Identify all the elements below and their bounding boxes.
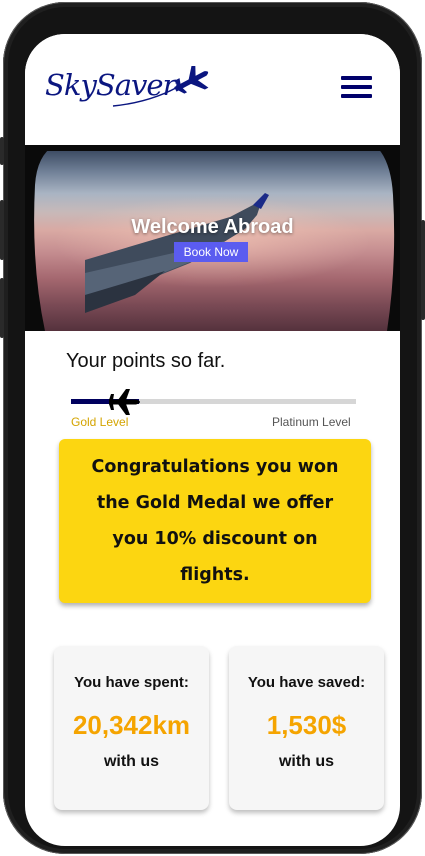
saved-value: 1,530$ <box>266 710 347 740</box>
app-screen: SkySaver Welcome Abroad Book Now Your po… <box>25 34 400 846</box>
volume-up-button <box>0 200 4 260</box>
logo[interactable]: SkySaver <box>43 66 213 114</box>
silent-switch <box>0 137 4 165</box>
volume-down-button <box>0 278 4 338</box>
spent-label: You have spent: <box>74 674 189 691</box>
power-button <box>421 220 425 320</box>
saved-suffix: with us <box>278 753 335 770</box>
points-title: Your points so far. <box>66 350 226 372</box>
saved-card: You have saved: 1,530$ with us <box>229 646 384 810</box>
header: SkySaver <box>25 34 400 145</box>
spent-suffix: with us <box>103 753 160 770</box>
hamburger-menu-icon[interactable] <box>341 76 372 102</box>
congratulations-message: Congratulations you won the Gold Medal w… <box>91 457 339 585</box>
spent-value: 20,342km <box>72 710 191 740</box>
congratulations-card: Congratulations you won the Gold Medal w… <box>59 439 371 603</box>
gold-level-label: Gold Level <box>71 415 129 429</box>
hero-banner: Welcome Abroad Book Now <box>25 145 400 331</box>
book-now-button[interactable]: Book Now <box>174 242 248 262</box>
spent-card: You have spent: 20,342km with us <box>54 646 209 810</box>
logo-airplane-icon <box>112 66 209 107</box>
platinum-level-label: Platinum Level <box>272 415 351 429</box>
saved-label: You have saved: <box>247 674 366 691</box>
airplane-icon <box>109 389 140 415</box>
hero-title: Welcome Abroad <box>131 216 294 238</box>
